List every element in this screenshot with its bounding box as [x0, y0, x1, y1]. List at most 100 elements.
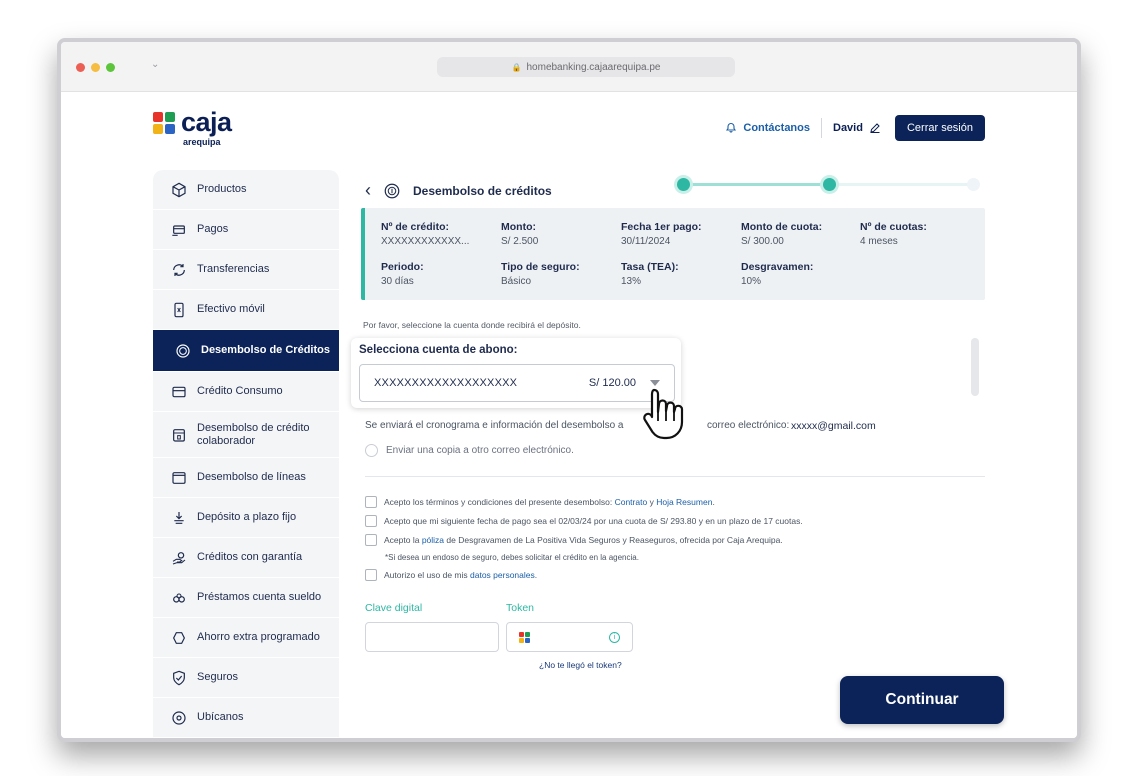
header-divider: [821, 118, 822, 138]
summary-amount: Monto: S/ 2.500: [501, 221, 539, 247]
contact-link[interactable]: Contáctanos: [725, 122, 810, 134]
sidebar-item-desembolso-lineas[interactable]: Desembolso de líneas: [153, 458, 339, 498]
summary-desgravamen: Desgravamen: 10%: [741, 261, 814, 287]
close-window-button[interactable]: [76, 63, 85, 72]
step-2: [823, 178, 836, 191]
payment-date-checkbox[interactable]: [365, 514, 377, 527]
digital-key-input[interactable]: [365, 622, 499, 652]
bell-icon: [726, 122, 737, 133]
scrollbar[interactable]: [971, 338, 979, 396]
terms-checkbox[interactable]: [365, 495, 377, 508]
sidebar-item-ubicanos[interactable]: Ubícanos: [153, 698, 339, 738]
chevron-down-icon[interactable]: ⌄: [151, 59, 159, 70]
summary-period: Periodo: 30 días: [381, 261, 424, 287]
summary-credit-number: Nº de crédito: XXXXXXXXXXXX...: [381, 221, 470, 247]
data-consent: Autorizo el uso de mis datos personales.: [365, 565, 803, 584]
card-icon: [171, 384, 187, 400]
copy-email-radio[interactable]: [365, 444, 378, 457]
account-number: XXXXXXXXXXXXXXXXXXX: [374, 377, 518, 389]
wallet-icon: [171, 470, 187, 486]
coin-icon: [384, 183, 400, 198]
token-logo-icon: [519, 632, 531, 644]
account-balance: S/ 120.00: [588, 377, 636, 389]
sidebar-item-transferencias[interactable]: Transferencias: [153, 250, 339, 290]
lock-icon: 🔒: [511, 62, 522, 72]
summary-installments: Nº de cuotas: 4 meses: [860, 221, 927, 247]
address-bar[interactable]: 🔒 homebanking.cajaarequipa.pe: [437, 57, 735, 77]
logout-button[interactable]: Cerrar sesión: [894, 115, 985, 141]
logo-subtext: arequipa: [183, 137, 221, 147]
account-instruction: Por favor, seleccione la cuenta donde re…: [363, 320, 581, 330]
credit-summary: Nº de crédito: XXXXXXXXXXXX... Monto: S/…: [361, 208, 985, 300]
consent-checkboxes: Acepto los términos y condiciones del pr…: [365, 492, 803, 584]
token-help-link[interactable]: ¿No te llegó el token?: [539, 660, 622, 670]
page-title: Desembolso de créditos: [413, 183, 552, 198]
user-name: David: [833, 122, 863, 134]
email-notice: Se enviará el cronograma e información d…: [365, 420, 876, 432]
page-header: ‹ Desembolso de créditos: [365, 180, 552, 201]
url-text: homebanking.cajaarequipa.pe: [526, 61, 661, 73]
terms-consent: Acepto los términos y condiciones del pr…: [365, 492, 803, 511]
contact-label: Contáctanos: [743, 122, 810, 134]
sidebar-item-desembolso-creditos[interactable]: Desembolso de Créditos: [153, 330, 339, 372]
account-selector-card: Selecciona cuenta de abono: XXXXXXXXXXXX…: [351, 338, 681, 408]
shield-icon: [171, 670, 187, 686]
token-input[interactable]: i: [506, 622, 633, 652]
policy-checkbox[interactable]: [365, 533, 377, 546]
location-icon: [171, 710, 187, 726]
sidebar-item-deposito-plazo-fijo[interactable]: Depósito a plazo fijo: [153, 498, 339, 538]
sidebar-item-credito-consumo[interactable]: Crédito Consumo: [153, 372, 339, 412]
sidebar-item-pagos[interactable]: Pagos: [153, 210, 339, 250]
summary-installment: Monto de cuota: S/ 300.00: [741, 221, 823, 247]
browser-toolbar: ⌄ 🔒 homebanking.cajaarequipa.pe: [61, 42, 1077, 92]
sidebar-item-efectivo-movil[interactable]: Efectivo móvil: [153, 290, 339, 330]
contract-link[interactable]: Contrato: [615, 497, 648, 507]
summary-first-payment: Fecha 1er pago: 30/11/2024: [621, 221, 702, 247]
box-icon: [171, 182, 187, 198]
salary-icon: [171, 590, 187, 606]
sidebar-item-ahorro-extra[interactable]: Ahorro extra programado: [153, 618, 339, 658]
personal-data-link[interactable]: datos personales: [470, 570, 535, 580]
summary-rate: Tasa (TEA): 13%: [621, 261, 679, 287]
transfer-icon: [171, 262, 187, 278]
policy-link[interactable]: póliza: [422, 535, 444, 545]
token-label: Token: [506, 602, 535, 614]
data-checkbox[interactable]: [365, 568, 377, 581]
continue-button[interactable]: Continuar: [840, 676, 1004, 724]
minimize-window-button[interactable]: [91, 63, 100, 72]
payment-icon: [171, 222, 187, 238]
step-3: [967, 178, 980, 191]
user-menu[interactable]: David: [833, 122, 881, 134]
page: caja arequipa Contáctanos David Cerrar s…: [61, 92, 1077, 738]
info-icon[interactable]: i: [609, 632, 620, 643]
stepper-line-pending: [829, 183, 975, 186]
sidebar: Productos Pagos Transferencias Efectivo …: [153, 170, 339, 738]
deposit-icon: [171, 510, 187, 526]
copy-email-option[interactable]: Enviar una copia a otro correo electróni…: [365, 444, 574, 457]
coin-icon: [175, 343, 191, 359]
logo-text: caja: [181, 107, 232, 137]
caja-arequipa-logo[interactable]: caja arequipa: [153, 107, 232, 147]
stepper-line-completed: [683, 183, 829, 186]
header-actions: Contáctanos David Cerrar sesión: [725, 115, 985, 141]
insurance-note: *Si desea un endoso de seguro, debes sol…: [385, 552, 639, 562]
digital-key-label: Clave digital: [365, 602, 423, 614]
main-content: ‹ Desembolso de créditos Nº de crédito: …: [351, 170, 985, 738]
mobile-cash-icon: [171, 302, 187, 318]
sidebar-item-creditos-garantia[interactable]: Créditos con garantía: [153, 538, 339, 578]
policy-consent: Acepto la póliza de Desgravamen de La Po…: [365, 530, 803, 549]
summary-insurance-type: Tipo de seguro: Básico: [501, 261, 580, 287]
summary-sheet-link[interactable]: Hoja Resumen: [656, 497, 712, 507]
section-divider: [365, 476, 985, 477]
sidebar-item-prestamos-cuenta-sueldo[interactable]: Préstamos cuenta sueldo: [153, 578, 339, 618]
pencil-icon: [870, 123, 880, 133]
collaborator-icon: [171, 427, 187, 443]
back-arrow-icon[interactable]: ‹: [365, 180, 371, 201]
account-selector-title: Selecciona cuenta de abono:: [359, 344, 518, 356]
maximize-window-button[interactable]: [106, 63, 115, 72]
sidebar-item-seguros[interactable]: Seguros: [153, 658, 339, 698]
account-dropdown[interactable]: XXXXXXXXXXXXXXXXXXX S/ 120.00: [359, 364, 675, 402]
sidebar-item-desembolso-colaborador[interactable]: Desembolso de crédito colaborador: [153, 412, 339, 458]
sidebar-item-productos[interactable]: Productos: [153, 170, 339, 210]
guarantee-icon: [171, 550, 187, 566]
